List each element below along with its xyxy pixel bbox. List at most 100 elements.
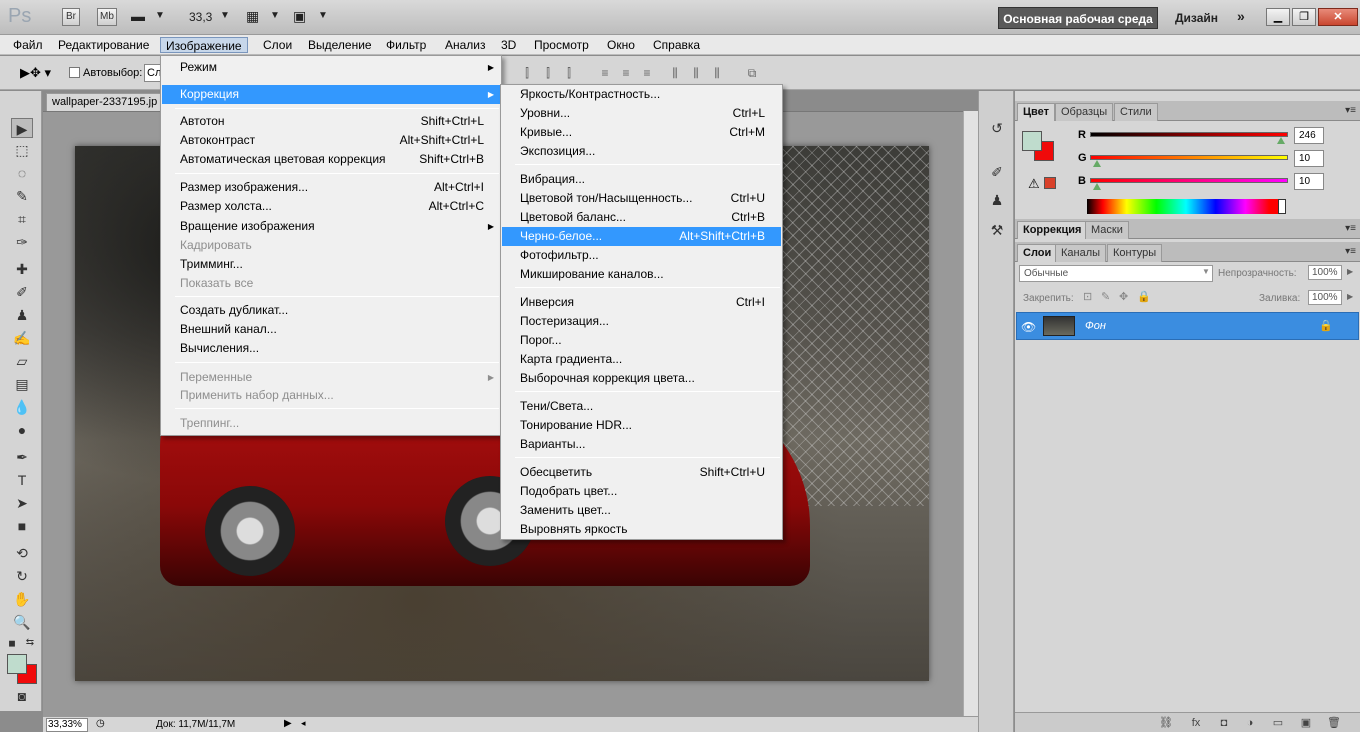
clone-source-icon[interactable]: ♟ — [988, 191, 1006, 209]
foreground-color-swatch[interactable] — [7, 654, 27, 674]
menu-item-hdr-toning[interactable]: Тонирование HDR... — [502, 416, 781, 435]
document-tab[interactable]: wallpaper-2337195.jp — [46, 93, 166, 111]
3d-orbit-tool-icon[interactable]: ↻ — [11, 566, 33, 586]
align-vcenter-icon[interactable]: ⫿ — [541, 66, 555, 80]
align-bottom-icon[interactable]: ⫿ — [562, 66, 576, 80]
menu-item-color-balance[interactable]: Цветовой баланс... Ctrl+B — [502, 208, 781, 227]
menu-select[interactable]: Выделение — [303, 37, 377, 53]
distribute-hcenter-icon[interactable]: ⫼ — [689, 66, 703, 80]
menu-item-hue-saturation[interactable]: Цветовой тон/Насыщенность... Ctrl+U — [502, 189, 781, 208]
menu-item-apply-image[interactable]: Внешний канал... — [162, 320, 500, 339]
menu-item-brightness-contrast[interactable]: Яркость/Контрастность... — [502, 85, 781, 104]
default-colors-icon[interactable]: ◼ — [6, 633, 18, 653]
arrange-documents-icon[interactable]: ▦ — [246, 8, 259, 25]
eyedropper-tool-icon[interactable]: ✑ — [11, 232, 33, 252]
lock-transparency-icon[interactable]: ⊡ — [1083, 290, 1092, 303]
rectangle-tool-icon[interactable]: ■ — [11, 516, 33, 536]
chevron-down-icon[interactable]: ▼ — [1202, 267, 1210, 276]
color-panel-foreground[interactable] — [1022, 131, 1042, 151]
menu-item-black-white[interactable]: Черно-белое... Alt+Shift+Ctrl+B — [502, 227, 781, 246]
restore-icon[interactable]: ❐ — [1292, 8, 1316, 26]
tab-masks[interactable]: Маски — [1085, 221, 1129, 239]
crop-tool-icon[interactable]: ⌗ — [11, 209, 33, 229]
tab-swatches[interactable]: Образцы — [1055, 103, 1114, 121]
panel-menu-icon[interactable]: ▾≡ — [1345, 246, 1356, 257]
hand-tool-icon[interactable]: ✋ — [11, 589, 33, 609]
close-icon[interactable]: ✕ — [1318, 8, 1358, 26]
minimize-icon[interactable]: ▁ — [1266, 8, 1290, 26]
menu-item-threshold[interactable]: Порог... — [502, 331, 781, 350]
workspace-essentials-button[interactable]: Основная рабочая среда — [998, 7, 1158, 29]
pen-tool-icon[interactable]: ✒ — [11, 447, 33, 467]
menu-item-channel-mixer[interactable]: Микширование каналов... — [502, 265, 781, 284]
menu-item-adjustments[interactable]: Коррекция ▶ — [162, 85, 500, 104]
scroll-left-icon[interactable]: ◂ — [301, 718, 306, 729]
menu-window[interactable]: Окно — [602, 37, 640, 53]
menu-item-trim[interactable]: Тримминг... — [162, 255, 500, 274]
brush-tool-icon[interactable]: ✐ — [11, 282, 33, 302]
g-value-field[interactable]: 10 — [1294, 150, 1324, 167]
layer-name[interactable]: Фон — [1085, 320, 1106, 332]
menu-item-image-rotation[interactable]: Вращение изображения ▶ — [162, 217, 500, 236]
menu-item-image-size[interactable]: Размер изображения... Alt+Ctrl+I — [162, 178, 500, 197]
r-slider[interactable] — [1090, 132, 1288, 137]
menu-item-autocontrast[interactable]: Автоконтраст Alt+Shift+Ctrl+L — [162, 131, 500, 150]
menu-item-calculations[interactable]: Вычисления... — [162, 339, 500, 358]
menu-help[interactable]: Справка — [648, 37, 705, 53]
path-selection-tool-icon[interactable]: ➤ — [11, 493, 33, 513]
b-value-field[interactable]: 10 — [1294, 173, 1324, 190]
distribute-vcenter-icon[interactable]: ≡ — [619, 66, 633, 80]
panel-menu-icon[interactable]: ▾≡ — [1345, 105, 1356, 116]
quick-mask-icon[interactable]: ◙ — [11, 686, 33, 706]
autoselect-checkbox[interactable] — [69, 67, 80, 78]
menu-item-selective-color[interactable]: Выборочная коррекция цвета... — [502, 369, 781, 388]
menu-item-canvas-size[interactable]: Размер холста... Alt+Ctrl+C — [162, 197, 500, 216]
layer-mask-icon[interactable]: ◘ — [1216, 716, 1232, 730]
distribute-right-icon[interactable]: ⫼ — [710, 66, 724, 80]
status-menu-arrow-icon[interactable]: ▶ — [284, 718, 292, 729]
delete-layer-icon[interactable]: 🗑 — [1326, 716, 1342, 730]
gamut-color-swatch[interactable] — [1044, 177, 1056, 189]
distribute-left-icon[interactable]: ⫼ — [668, 66, 682, 80]
3d-rotate-tool-icon[interactable]: ⟲ — [11, 543, 33, 563]
out-of-gamut-warning-icon[interactable]: ⚠ — [1028, 176, 1040, 192]
g-slider[interactable] — [1090, 155, 1288, 160]
lock-pixels-icon[interactable]: ✎ — [1101, 290, 1110, 303]
zoom-tool-icon[interactable]: 🔍 — [11, 612, 33, 632]
workspace-design-button[interactable]: Дизайн — [1175, 11, 1218, 25]
menu-item-photo-filter[interactable]: Фотофильтр... — [502, 246, 781, 265]
new-layer-icon[interactable]: ▣ — [1298, 716, 1314, 730]
chevron-down-icon[interactable]: ▼ — [270, 10, 280, 21]
eraser-tool-icon[interactable]: ▱ — [11, 351, 33, 371]
menu-item-duplicate[interactable]: Создать дубликат... — [162, 301, 500, 320]
color-spectrum-bar[interactable] — [1087, 199, 1285, 214]
layer-style-icon[interactable]: fx — [1188, 716, 1204, 730]
marquee-tool-icon[interactable]: ⬚ — [11, 140, 33, 160]
align-top-icon[interactable]: ⫿ — [520, 66, 534, 80]
menu-item-invert[interactable]: Инверсия Ctrl+I — [502, 293, 781, 312]
healing-brush-tool-icon[interactable]: ✚ — [11, 259, 33, 279]
menu-image[interactable]: Изображение — [160, 37, 248, 53]
fill-field[interactable]: 100% — [1308, 290, 1342, 305]
opacity-slider-arrow-icon[interactable]: ▶ — [1347, 267, 1353, 276]
menu-item-match-color[interactable]: Подобрать цвет... — [502, 482, 781, 501]
fill-slider-arrow-icon[interactable]: ▶ — [1347, 292, 1353, 301]
menu-item-gradient-map[interactable]: Карта градиента... — [502, 350, 781, 369]
history-brush-tool-icon[interactable]: ✍ — [11, 328, 33, 348]
layer-row-background[interactable]: 👁 Фон 🔒 — [1016, 312, 1359, 340]
mini-bridge-button[interactable]: Mb — [97, 8, 117, 26]
menu-item-desaturate[interactable]: Обесцветить Shift+Ctrl+U — [502, 463, 781, 482]
extras-icon[interactable]: ▬ — [131, 8, 145, 24]
lock-all-icon[interactable]: 🔒 — [1137, 290, 1151, 303]
menu-item-autocolor[interactable]: Автоматическая цветовая коррекция Shift+… — [162, 150, 500, 169]
tab-layers[interactable]: Слои — [1017, 244, 1058, 262]
blend-mode-select[interactable]: Обычные — [1019, 265, 1213, 282]
menu-item-mode[interactable]: Режим ▶ — [162, 58, 500, 77]
screen-mode-icon[interactable]: ▣ — [293, 8, 306, 25]
tab-styles[interactable]: Стили — [1114, 103, 1158, 121]
b-slider[interactable] — [1090, 178, 1288, 183]
type-tool-icon[interactable]: T — [11, 470, 33, 490]
chevron-down-icon[interactable]: ▼ — [318, 10, 328, 21]
zoom-level[interactable]: 33,3 — [189, 10, 212, 24]
link-layers-icon[interactable]: ⛓ — [1158, 716, 1174, 730]
